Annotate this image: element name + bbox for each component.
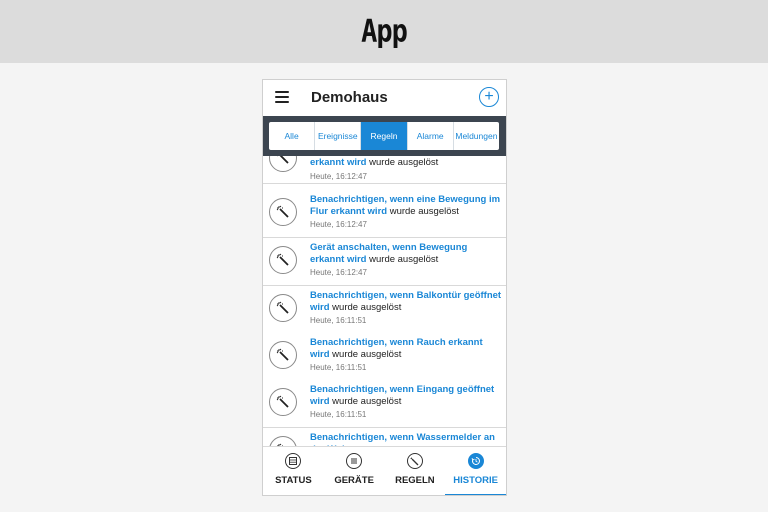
header-title: Demohaus (311, 89, 388, 106)
magic-wand-icon (269, 198, 297, 226)
filter-bar: Alle Ereignisse Regeln Alarme Meldungen (263, 116, 506, 156)
nav-tab-historie[interactable]: HISTORIE (445, 447, 506, 495)
status-grid-icon (285, 453, 302, 469)
list-item[interactable]: Benachrichtigen, wenn Rauch erkannt wird… (263, 333, 506, 381)
history-list[interactable]: erkannt wird wurde ausgelöst Heute, 16:1… (263, 156, 506, 446)
list-item[interactable]: Benachrichtigen, wenn Wassermelder an de… (263, 428, 506, 446)
filter-tab-meldungen[interactable]: Meldungen (454, 122, 499, 150)
hamburger-menu-icon[interactable] (275, 91, 289, 103)
history-item-status: wurde ausgelöst (366, 157, 439, 168)
filter-tabs: Alle Ereignisse Regeln Alarme Meldungen (269, 122, 499, 150)
history-item-status: wurde ausgelöst (329, 396, 402, 407)
app-header: Demohaus + (263, 80, 506, 116)
magic-wand-icon (269, 246, 297, 274)
history-item-time: Heute, 16:12:47 (310, 220, 367, 229)
nav-label-status: STATUS (275, 475, 312, 486)
list-item[interactable]: Benachrichtigen, wenn Eingang geöffnet w… (263, 380, 506, 428)
magic-wand-icon (269, 156, 297, 172)
history-item-status: wurde ausgelöst (387, 206, 459, 217)
list-item[interactable]: Gerät anschalten, wenn Bewegung erkannt … (263, 238, 506, 286)
filter-tab-ereignisse[interactable]: Ereignisse (315, 122, 362, 150)
history-item-status: wurde ausgelöst (366, 254, 439, 265)
history-item-status: wurde ausgelöst (329, 349, 402, 360)
history-item-time: Heute, 16:11:51 (310, 410, 367, 419)
list-item[interactable]: erkannt wird wurde ausgelöst Heute, 16:1… (263, 156, 506, 184)
nav-label-regeln: REGELN (395, 475, 435, 486)
history-item-time: Heute, 16:12:47 (310, 172, 367, 181)
history-item-time: Heute, 16:11:51 (310, 316, 367, 325)
nav-tab-geraete[interactable]: GERÄTE (324, 447, 385, 495)
history-item-time: Heute, 16:12:47 (310, 268, 367, 277)
add-button[interactable]: + (479, 87, 499, 107)
filter-tab-alarme[interactable]: Alarme (408, 122, 454, 150)
filter-tab-regeln[interactable]: Regeln (361, 122, 408, 150)
history-item-status: wurde ausgelöst (329, 302, 402, 313)
bottom-nav: STATUS GERÄTE REGELN HISTORIE (263, 446, 506, 495)
devices-list-icon (346, 453, 363, 469)
nav-label-historie: HISTORIE (453, 475, 498, 486)
magic-wand-icon (269, 388, 297, 416)
history-item-link[interactable]: Benachrichtigen, wenn Wassermelder an de… (310, 432, 495, 446)
app-window: Demohaus + Alle Ereignisse Regeln Alarme… (262, 79, 507, 496)
page-title: App (361, 13, 408, 50)
magic-wand-icon (406, 453, 423, 469)
nav-label-geraete: GERÄTE (334, 475, 374, 486)
filter-tab-alle[interactable]: Alle (269, 122, 316, 150)
plus-icon: + (484, 88, 494, 105)
history-item-time: Heute, 16:11:51 (310, 363, 367, 372)
list-item[interactable]: Benachrichtigen, wenn eine Bewegung im F… (263, 190, 506, 238)
list-item[interactable]: Benachrichtigen, wenn Balkontür geöffnet… (263, 286, 506, 334)
nav-tab-regeln[interactable]: REGELN (385, 447, 446, 495)
magic-wand-icon (269, 341, 297, 369)
history-icon (467, 453, 484, 469)
page-banner: App (0, 0, 768, 63)
magic-wand-icon (269, 294, 297, 322)
history-item-link[interactable]: erkannt wird (310, 157, 367, 168)
nav-tab-status[interactable]: STATUS (263, 447, 324, 495)
magic-wand-icon (269, 436, 297, 446)
